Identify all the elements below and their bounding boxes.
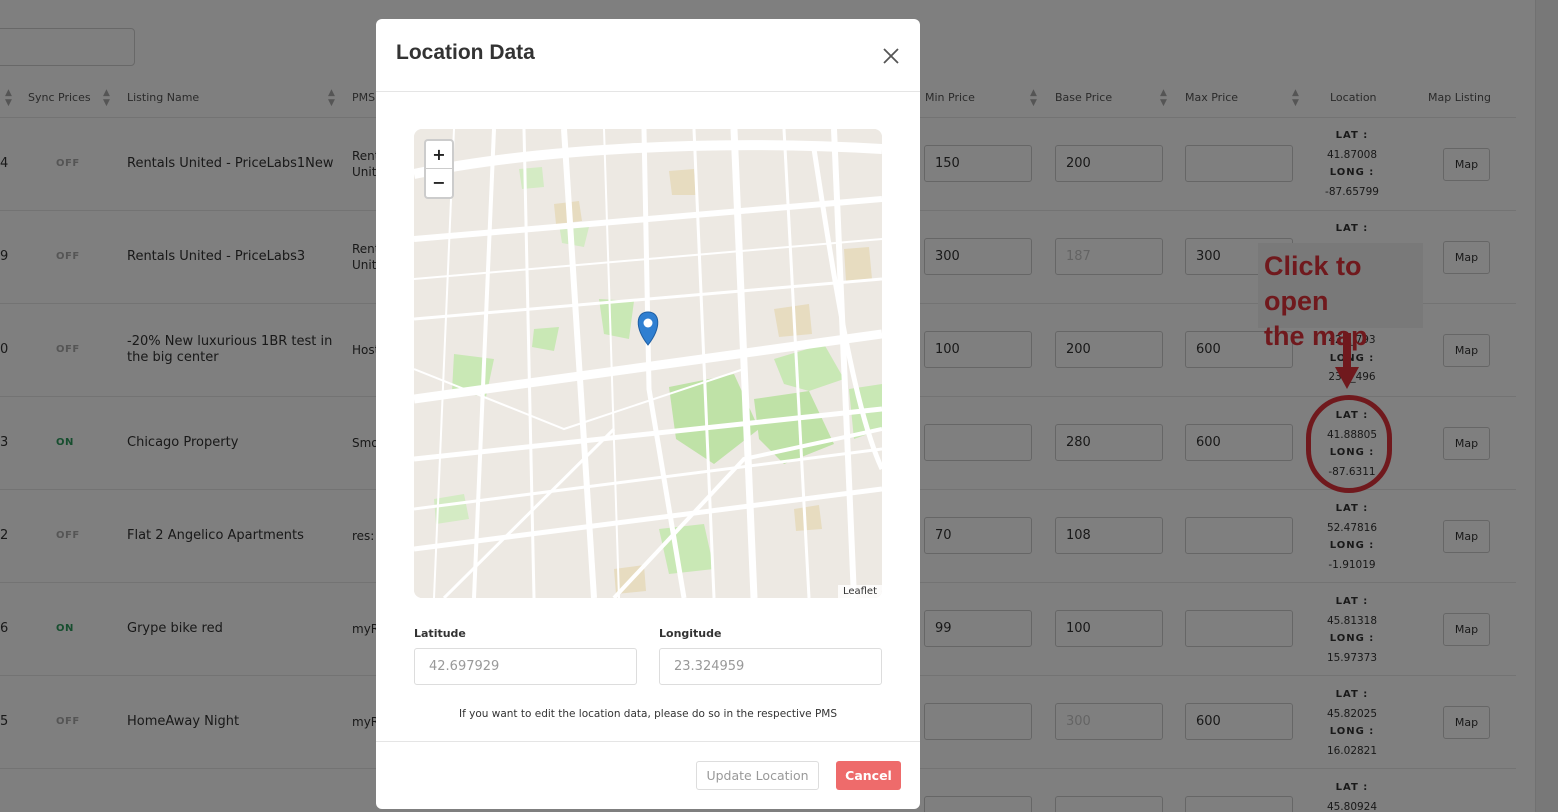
- map-tiles: [414, 129, 882, 598]
- location-data-modal: Location Data + − Leaflet Latitude 42.69…: [376, 19, 920, 809]
- update-location-button[interactable]: Update Location: [696, 761, 819, 790]
- longitude-input[interactable]: 23.324959: [659, 648, 882, 685]
- longitude-label: Longitude: [659, 627, 722, 640]
- map-attribution[interactable]: Leaflet: [837, 585, 882, 598]
- map-zoom-control: + −: [424, 139, 454, 199]
- latitude-label: Latitude: [414, 627, 466, 640]
- edit-note: If you want to edit the location data, p…: [458, 708, 838, 720]
- close-icon[interactable]: [879, 44, 903, 68]
- zoom-out-button[interactable]: −: [426, 169, 452, 197]
- modal-footer-divider: [376, 741, 920, 742]
- location-map[interactable]: + − Leaflet: [414, 129, 882, 598]
- zoom-in-button[interactable]: +: [426, 141, 452, 169]
- modal-header-divider: [376, 91, 920, 92]
- modal-title: Location Data: [396, 41, 535, 64]
- latitude-input[interactable]: 42.697929: [414, 648, 637, 685]
- cancel-button[interactable]: Cancel: [836, 761, 901, 790]
